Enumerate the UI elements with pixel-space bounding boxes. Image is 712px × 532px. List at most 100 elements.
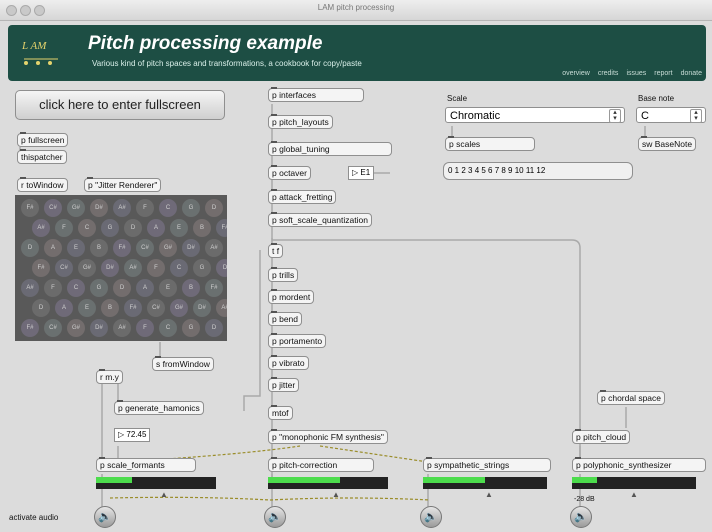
pitch-cell: G: [182, 319, 200, 337]
pitch-cell: D#: [101, 259, 119, 277]
pitch-cell: F#: [113, 239, 131, 257]
p-global-tuning-object[interactable]: p global_tuning: [268, 141, 392, 156]
p-pitch-cloud-object[interactable]: p pitch_cloud: [572, 429, 631, 444]
pitch-cell: C#: [44, 319, 62, 337]
pitch-cell: B: [182, 279, 200, 297]
pitch-cell: F#: [205, 279, 223, 297]
p-vibrato-object[interactable]: p vibrato: [268, 355, 309, 370]
pitch-cell: C#: [147, 299, 165, 317]
pitch-cell: D#: [182, 239, 200, 257]
pitch-cell: E: [170, 219, 188, 237]
octaver-note-box[interactable]: ▷ E1: [348, 166, 375, 180]
pitch-cell: C#: [55, 259, 73, 277]
pitch-cell: A: [147, 219, 165, 237]
pitch-cell: C: [67, 279, 85, 297]
p-portamento-object[interactable]: p portamento: [268, 333, 327, 348]
ezdac-speaker-icon[interactable]: 🔈: [264, 506, 286, 528]
pitch-cell: G: [193, 259, 211, 277]
ezdac-speaker-icon[interactable]: 🔈: [420, 506, 442, 528]
generate-harmonics-object[interactable]: p generate_hamonics: [114, 400, 204, 415]
level-meter-2[interactable]: ▲: [268, 477, 388, 499]
pitch-cell: A#: [216, 299, 227, 317]
pitch-cell: F#: [216, 219, 227, 237]
pitch-cell: E: [67, 239, 85, 257]
p-fullscreen-object[interactable]: p fullscreen: [17, 132, 69, 147]
pitch-cell: A#: [32, 219, 50, 237]
p-jitter-object[interactable]: p jitter: [268, 377, 300, 392]
p-chordal-space-object[interactable]: p chordal space: [597, 390, 666, 405]
pitch-cell: D: [32, 299, 50, 317]
pitch-cell: F: [136, 319, 154, 337]
pitch-cell: C: [78, 219, 96, 237]
pitch-cell: G: [90, 279, 108, 297]
level-meter-4[interactable]: ▲: [572, 477, 696, 499]
gain-slider-handle-icon[interactable]: ▲: [630, 490, 638, 499]
gain-slider-handle-icon[interactable]: ▲: [160, 490, 168, 499]
mtof-object[interactable]: mtof: [268, 405, 293, 420]
ezdac-speaker-icon[interactable]: 🔈: [94, 506, 116, 528]
pitch-cell: B: [101, 299, 119, 317]
ezdac-speaker-icon[interactable]: 🔈: [570, 506, 592, 528]
p-jitter-renderer-object[interactable]: p "Jitter Renderer": [84, 177, 162, 192]
frequency-number-box[interactable]: ▷ 72.45: [114, 428, 151, 442]
pitch-cell: D#: [193, 299, 211, 317]
p-mordent-object[interactable]: p mordent: [268, 289, 315, 304]
pitch-cell: D#: [90, 319, 108, 337]
pitch-cell: F#: [32, 259, 50, 277]
pitch-cell: F#: [21, 319, 39, 337]
p-trills-object[interactable]: p trills: [268, 267, 299, 282]
p-pitch-correction-object[interactable]: p pitch-correction: [268, 457, 374, 472]
octaver-note-value: E1: [360, 168, 371, 177]
p-attack-fretting-object[interactable]: p attack_fretting: [268, 189, 337, 204]
p-scales-object[interactable]: p scales: [445, 136, 535, 151]
sw-basenote-object[interactable]: sw BaseNote: [638, 136, 697, 151]
gain-slider-handle-icon[interactable]: ▲: [332, 490, 340, 499]
pitch-cell: A: [55, 299, 73, 317]
pitch-cell: G#: [78, 259, 96, 277]
pitch-cell: A#: [113, 199, 131, 217]
p-bend-object[interactable]: p bend: [268, 311, 302, 326]
pitch-cell: E: [78, 299, 96, 317]
p-soft-scale-quantization-object[interactable]: p soft_scale_quantization: [268, 212, 372, 227]
s-fromwindow-object[interactable]: s fromWindow: [152, 356, 214, 371]
pitch-cell: F: [44, 279, 62, 297]
frequency-value: 72.45: [126, 430, 147, 439]
jitter-renderer-display[interactable]: F#C#G#D#A#FCGDA#FCGDAEBF#DAEBF#C#G#D#A#F…: [15, 195, 227, 341]
pitch-cell: D#: [90, 199, 108, 217]
r-my-object[interactable]: r m.y: [96, 369, 123, 384]
level-meter-4-fill: [572, 477, 597, 483]
fullscreen-button[interactable]: click here to enter fullscreen: [15, 90, 225, 120]
basenote-menu[interactable]: C ▴ ▾: [636, 107, 706, 123]
pitch-cell: G: [101, 219, 119, 237]
p-interfaces-object[interactable]: p interfaces: [268, 87, 364, 102]
pitch-cell: A#: [113, 319, 131, 337]
pitch-cell: F: [55, 219, 73, 237]
level-meter-3[interactable]: ▲: [423, 477, 547, 499]
pitch-cell: G#: [67, 199, 85, 217]
t-f-object[interactable]: t f: [268, 243, 284, 258]
level-meter-1[interactable]: ▲: [96, 477, 216, 499]
r-towindow-object[interactable]: r toWindow: [17, 177, 68, 192]
pitch-cell: D: [205, 199, 223, 217]
scale-list-message[interactable]: 0 1 2 3 4 5 6 7 8 9 10 11 12: [443, 162, 633, 180]
p-polyphonic-synthesizer-object[interactable]: p polyphonic_synthesizer: [572, 457, 706, 472]
pitch-cell: C: [159, 199, 177, 217]
p-pitch-layouts-object[interactable]: p pitch_layouts: [268, 114, 333, 129]
p-sympathetic-strings-object[interactable]: p sympathetic_strings: [423, 457, 551, 472]
pitch-cell: C#: [136, 239, 154, 257]
pitch-cell: F: [136, 199, 154, 217]
pitch-cell: F#: [124, 299, 142, 317]
scale-menu-arrow-icon: ▴ ▾: [609, 109, 621, 123]
pitch-cell: C#: [44, 199, 62, 217]
scale-menu[interactable]: Chromatic ▴ ▾: [445, 107, 625, 123]
pitch-cell: A: [136, 279, 154, 297]
pitch-cell: D: [205, 319, 223, 337]
p-monophonic-fm-synthesis-object[interactable]: p "monophonic FM synthesis": [268, 429, 388, 444]
basenote-label: Base note: [638, 94, 675, 103]
gain-slider-handle-icon[interactable]: ▲: [485, 490, 493, 499]
p-octaver-object[interactable]: p octaver: [268, 165, 311, 180]
pitch-cell: A#: [21, 279, 39, 297]
p-scale-formants-object[interactable]: p scale_formants: [96, 457, 196, 472]
pitch-cell: D: [21, 239, 39, 257]
thispatcher-object[interactable]: thispatcher: [17, 149, 67, 164]
